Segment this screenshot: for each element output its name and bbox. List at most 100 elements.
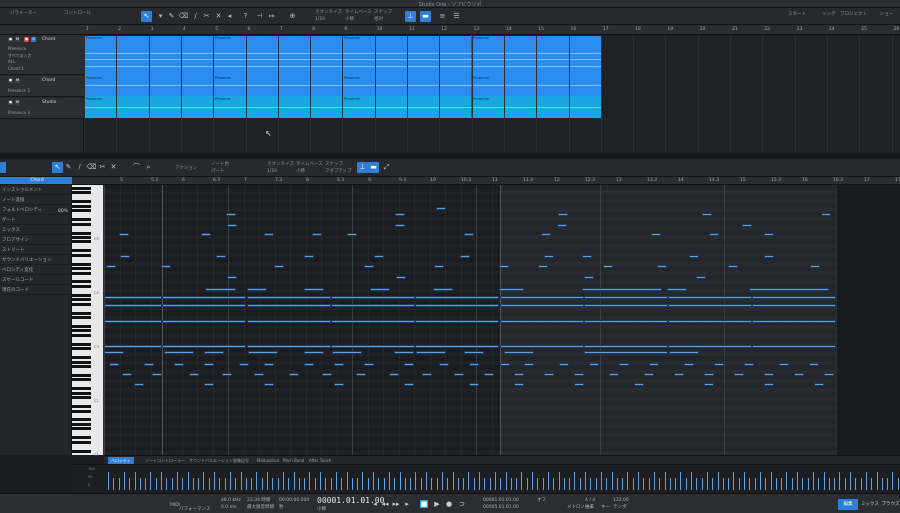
- layers-icon[interactable]: ≡: [437, 11, 448, 22]
- midi-note[interactable]: [669, 351, 699, 354]
- midi-note[interactable]: [794, 373, 804, 376]
- velocity-bar[interactable]: [717, 472, 719, 490]
- piano-black-key[interactable]: [72, 253, 91, 257]
- velocity-bar[interactable]: [537, 478, 539, 490]
- velocity-bar[interactable]: [802, 478, 804, 490]
- velocity-bar[interactable]: [691, 472, 692, 490]
- velocity-bar[interactable]: [579, 478, 581, 490]
- midi-note[interactable]: [394, 351, 414, 354]
- piano-black-key[interactable]: [72, 235, 91, 239]
- midi-note[interactable]: [162, 304, 246, 307]
- midi-note[interactable]: [331, 304, 415, 307]
- piano-black-key[interactable]: [72, 204, 91, 208]
- piano-black-key[interactable]: [72, 449, 91, 453]
- midi-note[interactable]: [584, 351, 668, 354]
- lane-tab-5[interactable]: Pitch Bend: [280, 457, 307, 464]
- midi-note[interactable]: [464, 233, 474, 236]
- piano-black-key[interactable]: [72, 191, 91, 195]
- midi-note[interactable]: [106, 265, 116, 268]
- velocity-bar[interactable]: [865, 472, 867, 490]
- velocity-bar[interactable]: [394, 478, 396, 490]
- velocity-bar[interactable]: [298, 478, 300, 490]
- midi-note[interactable]: [538, 265, 548, 268]
- loop-icon[interactable]: ■: [420, 500, 428, 508]
- piano-black-key[interactable]: [72, 418, 91, 422]
- view-browse-button[interactable]: ブラウズ: [881, 499, 900, 510]
- midi-note[interactable]: [304, 255, 314, 258]
- inspector-item[interactable]: スケールコード: [0, 277, 72, 285]
- midi-note[interactable]: [254, 373, 264, 376]
- midi-note[interactable]: [189, 373, 199, 376]
- velocity-bar[interactable]: [399, 472, 401, 490]
- velocity-bar[interactable]: [235, 478, 237, 490]
- velocity-bar[interactable]: [346, 472, 348, 490]
- midi-note[interactable]: [584, 304, 668, 307]
- midi-note[interactable]: [504, 351, 534, 354]
- velocity-bar[interactable]: [108, 472, 109, 490]
- midi-note[interactable]: [582, 288, 662, 291]
- piano-black-key[interactable]: [72, 347, 91, 351]
- piano-black-key[interactable]: [72, 324, 91, 328]
- velocity-bar[interactable]: [341, 478, 343, 490]
- track-name[interactable]: Studio: [42, 100, 56, 105]
- velocity-bar[interactable]: [600, 472, 602, 490]
- velocity-bar[interactable]: [728, 478, 730, 490]
- timeline-icon[interactable]: ☰: [451, 11, 462, 22]
- velocity-bar[interactable]: [892, 472, 894, 490]
- tab-parameters[interactable]: パラメーター: [10, 11, 37, 16]
- velocity-bar[interactable]: [367, 478, 369, 490]
- lane-tab-2[interactable]: サウンドバリエーション: [186, 457, 236, 464]
- track-name[interactable]: Chord: [42, 37, 55, 42]
- midi-note[interactable]: [289, 373, 299, 376]
- velocity-bar[interactable]: [267, 472, 268, 490]
- track-monitor[interactable]: M: [15, 78, 20, 83]
- midi-note[interactable]: [464, 351, 484, 354]
- velocity-bar[interactable]: [526, 478, 528, 490]
- show-page-button[interactable]: ショー: [880, 12, 894, 17]
- midi-note[interactable]: [247, 345, 331, 348]
- midi-note[interactable]: [499, 265, 509, 268]
- velocity-bar[interactable]: [192, 478, 194, 490]
- velocity-bar[interactable]: [881, 478, 883, 490]
- velocity-bar[interactable]: [468, 472, 470, 490]
- midi-note[interactable]: [814, 383, 824, 386]
- velocity-bar[interactable]: [781, 478, 783, 490]
- piano-black-key[interactable]: [72, 311, 91, 315]
- piano-black-key[interactable]: [72, 231, 91, 235]
- midi-note[interactable]: [356, 373, 366, 376]
- track-instrument[interactable]: Presence 3: [8, 110, 30, 115]
- arrow-tool-icon[interactable]: ↖: [141, 11, 152, 22]
- velocity-bar[interactable]: [510, 478, 512, 490]
- velocity-bar[interactable]: [521, 472, 523, 490]
- midi-note[interactable]: [544, 373, 554, 376]
- inspector-toggle[interactable]: [0, 162, 6, 173]
- midi-note[interactable]: [227, 276, 237, 279]
- midi-note[interactable]: [404, 383, 414, 386]
- piano-black-key[interactable]: [72, 405, 91, 409]
- midi-note[interactable]: [704, 383, 714, 386]
- piano-black-key[interactable]: [72, 262, 91, 266]
- piano-black-key[interactable]: [72, 316, 91, 320]
- midi-note[interactable]: [247, 304, 331, 307]
- tempo-value[interactable]: 132.00: [613, 498, 629, 503]
- piano-keyboard[interactable]: C5 C4 C3 C2 C1: [72, 185, 104, 457]
- velocity-bar[interactable]: [325, 478, 327, 490]
- editor-expand-icon[interactable]: ⤢: [381, 162, 392, 173]
- loop-mode-icon[interactable]: ⊃: [458, 500, 466, 508]
- piano-black-key[interactable]: [72, 200, 91, 204]
- midi-note[interactable]: [558, 213, 568, 216]
- velocity-bar[interactable]: [208, 478, 210, 490]
- midi-note[interactable]: [634, 383, 644, 386]
- midi-note[interactable]: [484, 373, 494, 376]
- lane-tab-3[interactable]: 装飾記号: [230, 457, 252, 464]
- mute-tool-icon[interactable]: ✕: [213, 11, 224, 22]
- play-icon[interactable]: ▶: [433, 500, 441, 508]
- velocity-bar[interactable]: [516, 478, 518, 490]
- midi-note[interactable]: [668, 345, 752, 348]
- velocity-bar[interactable]: [473, 478, 475, 490]
- editor-snap-toggle-icon[interactable]: ⊥: [357, 162, 368, 173]
- piano-black-key[interactable]: [72, 422, 91, 426]
- midi-note[interactable]: [809, 363, 819, 366]
- velocity-bar[interactable]: [770, 472, 772, 490]
- midi-note[interactable]: [454, 373, 464, 376]
